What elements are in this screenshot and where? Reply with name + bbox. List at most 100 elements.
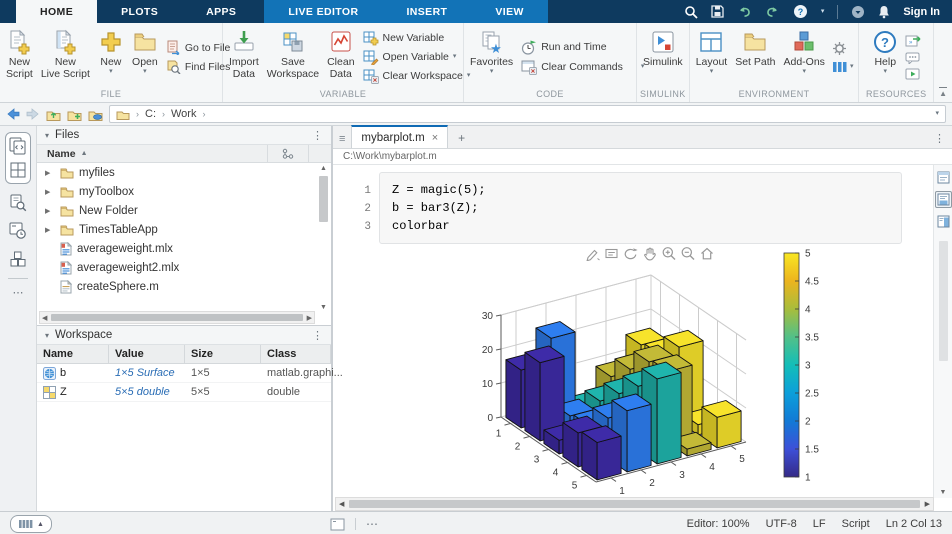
back-icon[interactable] [6, 108, 20, 120]
help-button[interactable]: ? Help ▾ [868, 26, 902, 88]
scroll-right-icon[interactable]: ▶ [922, 500, 933, 508]
scroll-thumb[interactable] [319, 176, 328, 222]
learn-icon[interactable] [905, 68, 921, 80]
tab-apps[interactable]: APPS [182, 0, 260, 23]
redo-icon[interactable] [765, 5, 780, 18]
find-files-button[interactable]: Find Files [166, 59, 231, 75]
workspace-row[interactable]: b 1×5 Surface 1×5 matlab.graphi... [37, 364, 343, 383]
cloud-folder-icon[interactable] [88, 108, 103, 121]
new-script-button[interactable]: New Script [2, 26, 37, 88]
file-row[interactable]: ▶ myfiles [37, 163, 331, 182]
up-folder-icon[interactable] [46, 108, 61, 121]
workspace-col-class[interactable]: Class [261, 345, 331, 363]
run-and-time-button[interactable]: Run and Time [521, 39, 644, 55]
clean-data-button[interactable]: Clean Data [323, 26, 358, 88]
breadcrumb-drive[interactable]: C: [145, 108, 156, 120]
scroll-right-icon[interactable]: ▶ [305, 314, 314, 322]
more-panels-button[interactable]: ⋯ [13, 288, 24, 299]
code-line[interactable]: Z = magic(5); [392, 181, 889, 199]
scroll-down-icon[interactable]: ▼ [940, 489, 947, 498]
open-button[interactable]: Open ▾ [128, 26, 162, 88]
new-variable-button[interactable]: New Variable [363, 31, 471, 46]
status-more-button[interactable]: ⋯ [366, 517, 378, 531]
file-row[interactable]: averageweight.mlx [37, 239, 331, 258]
editor-scroll-thumb[interactable] [938, 241, 948, 361]
collapse-ribbon-button[interactable]: ▲ [934, 23, 952, 102]
scroll-thumb[interactable] [51, 314, 303, 321]
file-row[interactable]: createSphere.m [37, 277, 331, 296]
forward-icon[interactable] [26, 108, 40, 120]
tree-expand-icon[interactable]: ▶ [45, 207, 55, 215]
scroll-left-icon[interactable]: ◀ [40, 314, 49, 322]
output-horizontal-scrollbar[interactable]: ◀ ▶ [335, 497, 934, 511]
community-icon[interactable]: » [905, 35, 921, 48]
restore-view-home-icon[interactable] [699, 246, 715, 261]
favorites-button[interactable]: ★ Favorites ▾ [466, 26, 517, 88]
file-row[interactable]: ▶ TimesTableApp [37, 220, 331, 239]
command-history-panel-icon[interactable] [8, 222, 28, 240]
layout-button[interactable]: Layout ▾ [692, 26, 732, 88]
workspace-table-header[interactable]: Name Value Size Class [37, 345, 331, 364]
tab-home[interactable]: HOME [16, 0, 98, 23]
workspace-row[interactable]: Z 5×5 double 5×5 double [37, 383, 331, 402]
view-code-only-icon[interactable] [935, 169, 952, 186]
new-tab-button[interactable]: + [448, 131, 475, 148]
panel-popup-button[interactable]: ▲ [10, 515, 52, 533]
scroll-up-icon[interactable]: ▲ [320, 165, 327, 172]
simulink-button[interactable]: Simulink [639, 26, 687, 88]
pan-icon[interactable] [642, 246, 658, 261]
tab-view[interactable]: VIEW [471, 0, 547, 23]
files-horizontal-scrollbar[interactable]: ◀ ▶ [39, 311, 315, 324]
bar3-chart[interactable]: 1 2 3 4 5 1 2 3 4 5 0 10 20 30 5 4.5 4 3.5 3 2.5 2 1.5 1 [451, 243, 846, 498]
scroll-left-icon[interactable]: ◀ [336, 500, 347, 508]
add-ons-button[interactable]: Add-Ons ▾ [780, 26, 829, 88]
notifications-bell-icon[interactable] [878, 5, 890, 19]
workspace-col-size[interactable]: Size [185, 345, 261, 363]
clear-workspace-button[interactable]: × Clear Workspace ▾ [363, 69, 470, 84]
new-live-script-button[interactable]: New Live Script [37, 26, 94, 88]
addons-panel-icon[interactable] [8, 250, 28, 268]
datatip-icon[interactable] [604, 246, 620, 261]
files-panel-icon[interactable] [8, 137, 28, 155]
code-editor[interactable]: Z = magic(5); b = bar3(Z); colorbar [379, 172, 902, 244]
editor-tab-mybarplot[interactable]: mybarplot.m × [351, 125, 449, 148]
code-line[interactable]: colorbar [392, 217, 889, 235]
go-to-file-button[interactable]: Go to File [166, 40, 230, 57]
close-tab-icon[interactable]: × [432, 132, 438, 144]
quick-help-icon[interactable]: ? [793, 4, 808, 19]
file-row[interactable]: ▶ New Folder [37, 201, 331, 220]
zoom-in-icon[interactable] [661, 246, 677, 261]
rotate-3d-icon[interactable] [623, 246, 639, 261]
save-icon[interactable] [711, 5, 724, 18]
detail-window-icon[interactable] [330, 518, 345, 531]
profile-menu-icon[interactable] [851, 5, 865, 19]
zoom-out-icon[interactable] [680, 246, 696, 261]
file-row[interactable]: averageweight2.mlx [37, 258, 331, 277]
tab-live-editor[interactable]: LIVE EDITOR [264, 0, 382, 23]
feedback-icon[interactable] [905, 52, 921, 65]
tree-expand-icon[interactable]: ▶ [45, 169, 55, 177]
import-data-button[interactable]: Import Data [225, 26, 263, 88]
parallel-columns-icon[interactable] [832, 60, 848, 74]
files-column-header[interactable]: Name ▲ [37, 145, 331, 163]
files-panel-menu-icon[interactable]: ⋮ [312, 129, 323, 142]
sign-in-button[interactable]: Sign In [903, 6, 940, 18]
view-output-inline-icon[interactable] [934, 191, 952, 208]
workspace-collapse-icon[interactable]: ▾ [45, 331, 49, 340]
parallel-caret-icon[interactable]: ▾ [850, 63, 854, 71]
open-variable-button[interactable]: Open Variable ▾ [363, 50, 471, 66]
tree-expand-icon[interactable]: ▶ [45, 188, 55, 196]
workspace-col-name[interactable]: Name [37, 345, 109, 363]
new-button[interactable]: New ▾ [94, 26, 128, 88]
git-status-column[interactable] [267, 145, 308, 162]
files-collapse-icon[interactable]: ▾ [45, 131, 49, 140]
workspace-col-value[interactable]: Value [109, 345, 185, 363]
clear-commands-button[interactable]: × Clear Commands ▾ [521, 59, 644, 75]
breadcrumb-caret-icon[interactable]: ▾ [935, 110, 939, 118]
undo-icon[interactable] [737, 5, 752, 18]
breadcrumb-folder[interactable]: Work [171, 108, 196, 120]
new-folder-icon[interactable] [67, 108, 82, 121]
workspace-panel-menu-icon[interactable]: ⋮ [312, 329, 323, 342]
save-workspace-button[interactable]: Save Workspace [263, 26, 323, 88]
brush-data-icon[interactable] [585, 246, 601, 262]
